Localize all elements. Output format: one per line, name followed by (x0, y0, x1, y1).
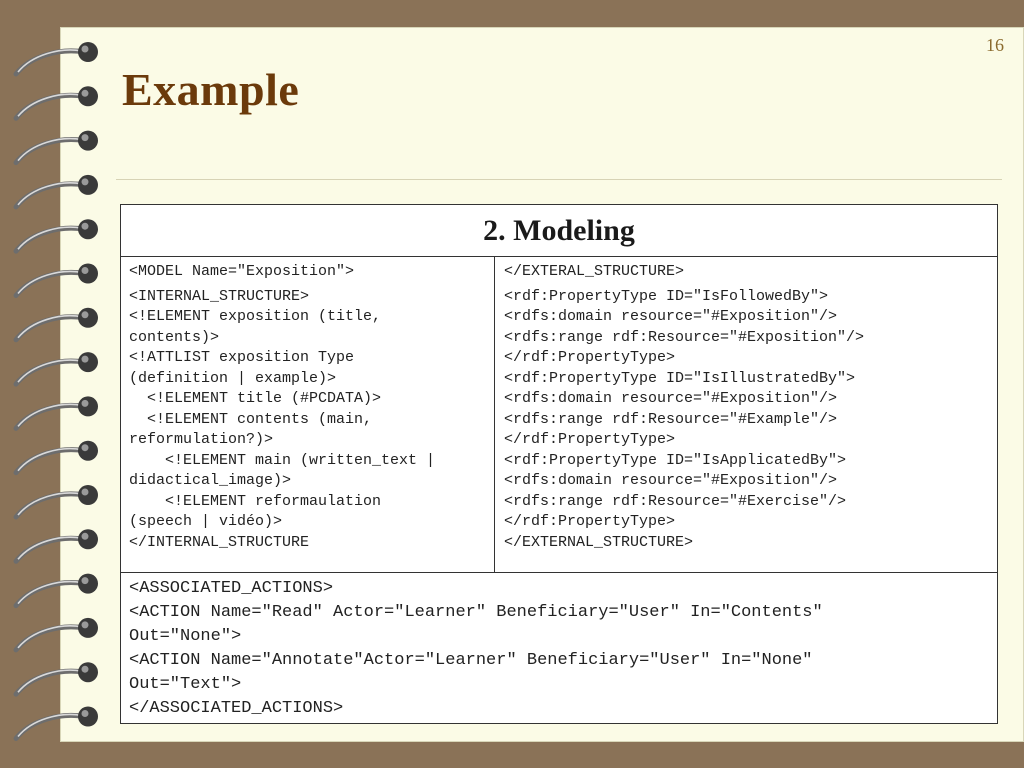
action-line: </ASSOCIATED_ACTIONS> (129, 699, 344, 718)
code-line: </INTERNAL_STRUCTURE (129, 533, 310, 551)
code-line: <rdf:PropertyType ID="IsApplicatedBy"> (504, 451, 847, 469)
internal-structure-lines: <INTERNAL_STRUCTURE> <!ELEMENT exposition… (129, 287, 486, 554)
model-line: <MODEL Name="Exposition"> (129, 263, 355, 280)
code-line: reformulation?)> (129, 431, 274, 448)
action-line: <ACTION Name="Read" Actor="Learner" Bene… (129, 603, 823, 622)
code-line: <rdfs:domain resource="#Exposition"/> (504, 472, 838, 489)
code-line: <rdf:PropertyType ID="IsFollowedBy"> (504, 287, 829, 305)
associated-actions-lines: <ASSOCIATED_ACTIONS> <ACTION Name="Read" … (129, 577, 989, 721)
title-divider (116, 179, 1002, 180)
action-line: <ASSOCIATED_ACTIONS> (129, 579, 334, 598)
page-number: 16 (986, 35, 1004, 55)
internal-structure-cell: <MODEL Name="Exposition"> <INTERNAL_STRU… (121, 257, 495, 572)
action-line: Out="None"> (129, 627, 242, 646)
slide-page: 16 Example 2. Modeling <MODEL Name="Expo… (60, 27, 1024, 742)
code-line: <rdfs:range rdf:Resource="#Exposition"/> (504, 328, 865, 346)
code-line: <rdfs:range rdf:Resource="#Exercise"/> (504, 492, 847, 510)
code-line: <rdfs:domain resource="#Exposition"/> (504, 390, 838, 407)
external-structure-cell: </EXTERAL_STRUCTURE> <rdf:PropertyType I… (495, 257, 997, 572)
code-line: contents)> (129, 328, 220, 346)
code-line: (definition | example)> (129, 369, 337, 387)
code-line: </EXTERNAL_STRUCTURE> (504, 533, 694, 551)
code-line: </rdf:PropertyType> (504, 349, 676, 366)
code-line: <!ATTLIST exposition Type (129, 349, 355, 366)
action-line: Out="Text"> (129, 675, 242, 694)
code-line: <!ELEMENT contents (main, (129, 410, 373, 428)
table-header: 2. Modeling (121, 205, 997, 257)
code-line: <rdfs:range rdf:Resource="#Example"/> (504, 410, 838, 428)
code-line: <rdf:PropertyType ID="IsIllustratedBy"> (504, 369, 856, 387)
code-line: <!ELEMENT main (written_text | (129, 451, 436, 469)
external-structure-lines: <rdf:PropertyType ID="IsFollowedBy"> <rdf… (504, 287, 988, 554)
slide-title: Example (122, 64, 300, 115)
code-line: </rdf:PropertyType> (504, 431, 676, 448)
structure-row: <MODEL Name="Exposition"> <INTERNAL_STRU… (121, 257, 997, 573)
code-line: <INTERNAL_STRUCTURE> (129, 287, 310, 305)
code-line: <rdfs:domain resource="#Exposition"/> (504, 308, 838, 325)
code-line: (speech | vidéo)> (129, 513, 283, 530)
modeling-table: 2. Modeling <MODEL Name="Exposition"> <I… (120, 204, 998, 724)
code-line: <!ELEMENT exposition (title, (129, 308, 382, 325)
associated-actions-cell: <ASSOCIATED_ACTIONS> <ACTION Name="Read" … (121, 573, 997, 725)
code-line: <!ELEMENT reformaulation (129, 492, 382, 510)
code-line: </rdf:PropertyType> (504, 513, 676, 530)
action-line: <ACTION Name="Annotate"Actor="Learner" B… (129, 651, 813, 670)
exteral-structure-line: </EXTERAL_STRUCTURE> (504, 263, 685, 280)
code-line: didactical_image)> (129, 472, 292, 489)
code-line: <!ELEMENT title (#PCDATA)> (129, 390, 382, 407)
